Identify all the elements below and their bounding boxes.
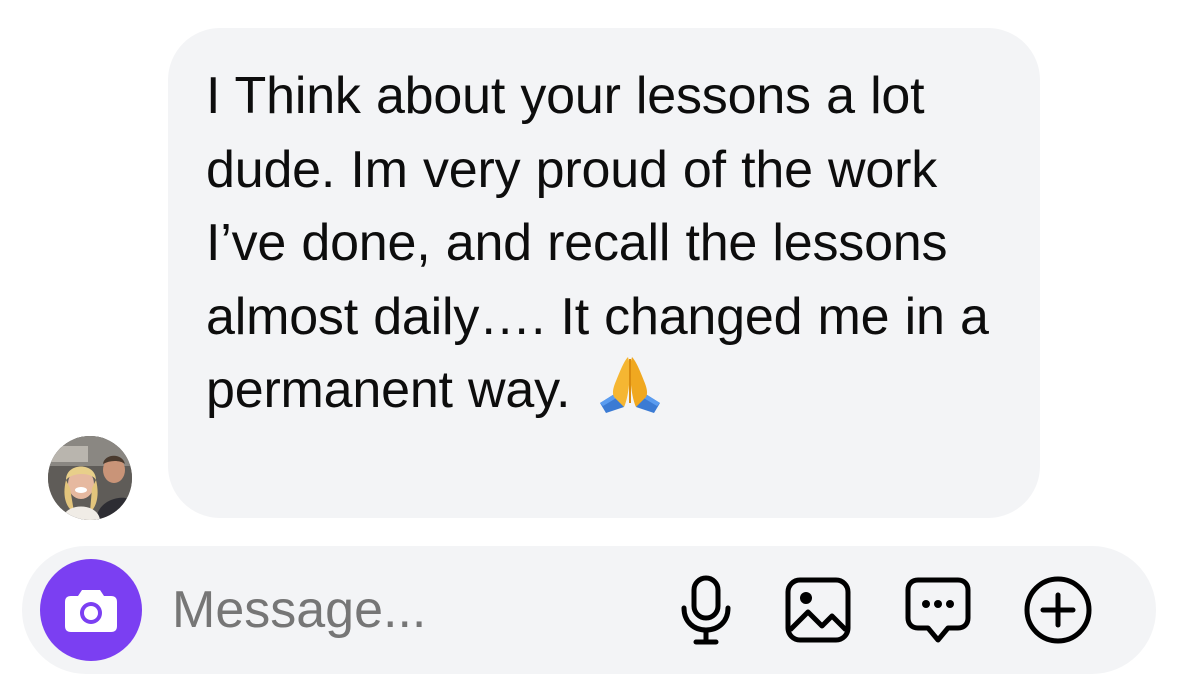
sticker-button[interactable] bbox=[902, 574, 974, 646]
gallery-button[interactable] bbox=[782, 574, 854, 646]
microphone-icon bbox=[676, 574, 736, 646]
image-icon bbox=[784, 576, 852, 644]
folded-hands-emoji bbox=[594, 355, 666, 415]
sender-avatar[interactable] bbox=[48, 436, 132, 520]
chat-screen: I Think about your lessons a lot dude. I… bbox=[0, 0, 1179, 692]
plus-circle-icon bbox=[1023, 575, 1093, 645]
microphone-button[interactable] bbox=[670, 574, 742, 646]
camera-icon bbox=[63, 586, 119, 634]
more-options-button[interactable] bbox=[1022, 574, 1094, 646]
message-input[interactable] bbox=[172, 570, 642, 650]
camera-button[interactable] bbox=[40, 559, 142, 661]
message-bubble[interactable]: I Think about your lessons a lot dude. I… bbox=[168, 28, 1040, 518]
message-composer bbox=[22, 546, 1156, 674]
chat-bubble-icon bbox=[904, 576, 972, 644]
